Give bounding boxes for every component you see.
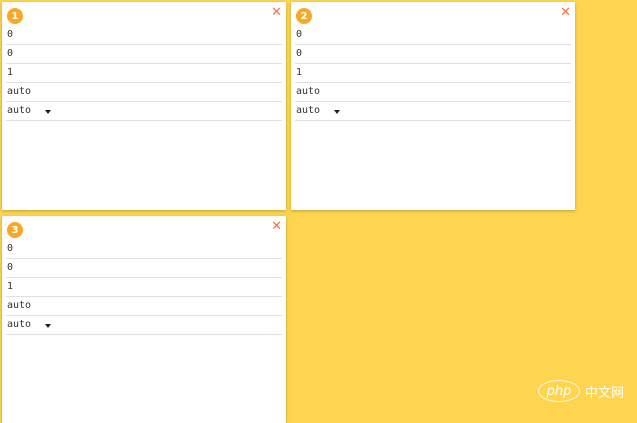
close-icon[interactable]: ✕ [271, 5, 282, 21]
dropdown-caret-icon [45, 109, 51, 114]
align-self-select[interactable]: auto [6, 316, 282, 335]
close-icon[interactable]: ✕ [560, 5, 571, 21]
flex-shrink-field[interactable]: 1 [6, 64, 282, 83]
dropdown-caret-icon [334, 109, 340, 114]
order-field[interactable]: 0 [6, 26, 282, 45]
align-self-value: auto [7, 105, 32, 116]
flex-grow-field[interactable]: 0 [6, 259, 282, 278]
item-number-badge: 1 [7, 8, 23, 24]
watermark-logo: php [538, 380, 580, 402]
property-fields: 0 0 1 auto auto [6, 240, 282, 335]
dropdown-caret-icon [45, 323, 51, 328]
flex-basis-field[interactable]: auto [295, 83, 571, 102]
flex-basis-field[interactable]: auto [6, 83, 282, 102]
flex-shrink-field[interactable]: 1 [6, 278, 282, 297]
align-self-select[interactable]: auto [6, 102, 282, 121]
align-self-value: auto [7, 319, 32, 330]
property-fields: 0 0 1 auto auto [295, 26, 571, 121]
flex-grow-field[interactable]: 0 [295, 45, 571, 64]
flex-basis-field[interactable]: auto [6, 297, 282, 316]
align-self-select[interactable]: auto [295, 102, 571, 121]
flex-item-card-2: 2 ✕ 0 0 1 auto auto [291, 2, 575, 210]
property-fields: 0 0 1 auto auto [6, 26, 282, 121]
flex-shrink-field[interactable]: 1 [295, 64, 571, 83]
watermark: php 中文网 [538, 380, 624, 402]
align-self-value: auto [296, 105, 321, 116]
order-field[interactable]: 0 [6, 240, 282, 259]
flex-grow-field[interactable]: 0 [6, 45, 282, 64]
close-icon[interactable]: ✕ [271, 219, 282, 235]
watermark-text: 中文网 [585, 385, 625, 401]
item-number-badge: 3 [7, 222, 23, 238]
order-field[interactable]: 0 [295, 26, 571, 45]
flex-item-card-3: 3 ✕ 0 0 1 auto auto [2, 216, 286, 423]
flex-item-card-1: 1 ✕ 0 0 1 auto auto [2, 2, 286, 210]
item-number-badge: 2 [296, 8, 312, 24]
